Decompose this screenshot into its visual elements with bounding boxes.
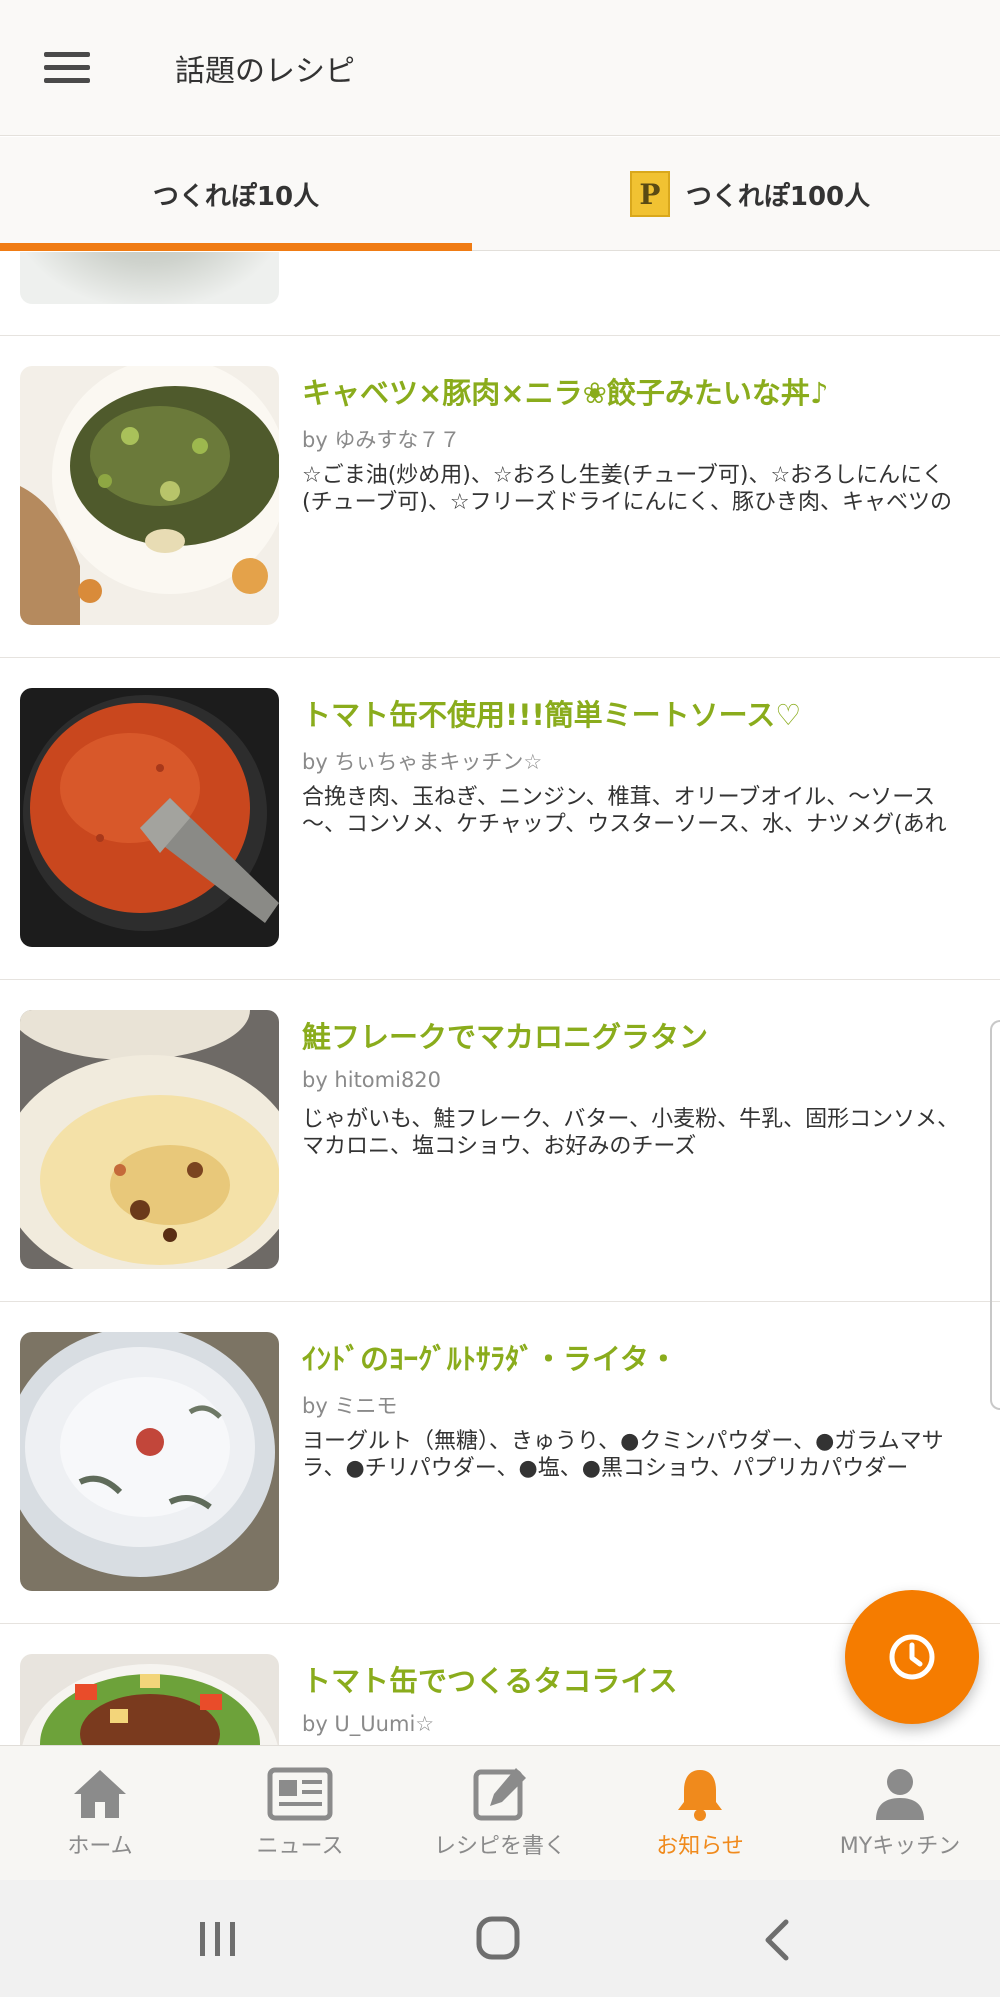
recipe-list[interactable]: キャベツ×豚肉×ニラ❀餃子みたいな丼♪ by ゆみすな７７ ☆ごま油(炒め用)、…: [0, 252, 1000, 1745]
nav-home[interactable]: ホーム: [0, 1746, 200, 1880]
history-button[interactable]: [845, 1590, 979, 1724]
nav-label: お知らせ: [656, 1834, 744, 1859]
back-icon[interactable]: [762, 1918, 792, 1962]
edit-icon: [473, 1768, 526, 1821]
clock-icon: [889, 1634, 935, 1680]
scrollbar[interactable]: [990, 1020, 1000, 1410]
recipe-thumbnail: [20, 1332, 279, 1591]
nav-notifications[interactable]: お知らせ: [600, 1746, 800, 1880]
premium-icon: P: [629, 171, 670, 217]
nav-write-recipe[interactable]: レシピを書く: [400, 1746, 600, 1880]
recipe-ingredients: ヨーグルト（無糖）、きゅうり、●クミンパウダー、●ガラムマサラ、●チリパウダー、…: [302, 1429, 944, 1481]
home-icon: [74, 1770, 126, 1818]
recipe-title[interactable]: キャベツ×豚肉×ニラ❀餃子みたいな丼♪: [302, 370, 828, 412]
recipe-thumbnail: [20, 1010, 279, 1269]
tab-tsukurepo-100[interactable]: P つくれぽ100人: [500, 137, 1000, 251]
recipe-ingredients: 合挽き肉、玉ねぎ、ニンジン、椎茸、オリーブオイル、～ソース～、コンソメ、ケチャッ…: [302, 785, 947, 837]
recipe-thumbnail: [20, 1654, 279, 1745]
system-navigation-bar: [0, 1880, 1000, 1997]
recipe-author[interactable]: by ゆみすな７７: [302, 424, 460, 454]
home-button-icon[interactable]: [474, 1914, 522, 1962]
recipe-title[interactable]: 鮭フレークでマカロニグラタン: [302, 1014, 708, 1056]
tab-label: つくれぽ10人: [152, 181, 320, 212]
nav-label: ホーム: [67, 1834, 133, 1859]
nav-label: レシピを書く: [433, 1834, 566, 1859]
person-icon: [876, 1769, 924, 1820]
recipe-ingredients: ☆ごま油(炒め用)、☆おろし生姜(チューブ可)、☆おろしにんにく(チューブ可)、…: [302, 463, 953, 515]
nav-my-kitchen[interactable]: MYキッチン: [800, 1746, 1000, 1880]
recipe-author[interactable]: by hitomi820: [302, 1068, 441, 1092]
menu-icon[interactable]: [44, 52, 92, 84]
recipe-author[interactable]: by ミニモ: [302, 1390, 397, 1420]
recipe-card[interactable]: トマト缶不使用!!!簡単ミートソース♡ by ちぃちゃまキッチン☆ 合挽き肉、玉…: [0, 658, 1000, 980]
page-title: 話題のレシピ: [175, 54, 355, 89]
app-bar: 話題のレシピ: [0, 0, 1000, 136]
recipe-card[interactable]: 鮭フレークでマカロニグラタン by hitomi820 じゃがいも、鮭フレーク、…: [0, 980, 1000, 1302]
news-icon: [267, 1767, 333, 1821]
recipe-card[interactable]: キャベツ×豚肉×ニラ❀餃子みたいな丼♪ by ゆみすな７７ ☆ごま油(炒め用)、…: [0, 336, 1000, 658]
list-item[interactable]: [0, 252, 1000, 336]
recipe-title[interactable]: ｲﾝﾄﾞのﾖｰｸﾞﾙﾄｻﾗﾀﾞ・ライタ・: [302, 1336, 678, 1378]
tab-label: つくれぽ100人: [685, 181, 871, 212]
recent-apps-icon[interactable]: [196, 1918, 240, 1958]
recipe-thumbnail: [20, 688, 279, 947]
recipe-title[interactable]: トマト缶不使用!!!簡単ミートソース♡: [302, 692, 801, 734]
recipe-ingredients: じゃがいも、鮭フレーク、バター、小麦粉、牛乳、固形コンソメ、マカロニ、塩コショウ…: [302, 1107, 960, 1159]
nav-label: ニュース: [256, 1834, 344, 1859]
recipe-thumbnail: [20, 252, 279, 304]
recipe-thumbnail: [20, 366, 279, 625]
recipe-title[interactable]: トマト缶でつくるタコライス: [302, 1658, 678, 1700]
bell-icon: [678, 1770, 722, 1821]
bottom-navigation: ホーム ニュース レシピを書く お知らせ MYキッチン: [0, 1745, 1000, 1880]
recipe-author[interactable]: by U_Uumi☆: [302, 1712, 434, 1736]
tab-tsukurepo-10[interactable]: つくれぽ10人: [0, 137, 472, 251]
nav-label: MYキッチン: [839, 1834, 961, 1859]
recipe-author[interactable]: by ちぃちゃまキッチン☆: [302, 746, 542, 776]
nav-news[interactable]: ニュース: [200, 1746, 400, 1880]
tab-indicator: [0, 243, 472, 251]
tab-bar: つくれぽ10人 P つくれぽ100人: [0, 137, 1000, 251]
recipe-card[interactable]: ｲﾝﾄﾞのﾖｰｸﾞﾙﾄｻﾗﾀﾞ・ライタ・ by ミニモ ヨーグルト（無糖）、きゅ…: [0, 1302, 1000, 1624]
